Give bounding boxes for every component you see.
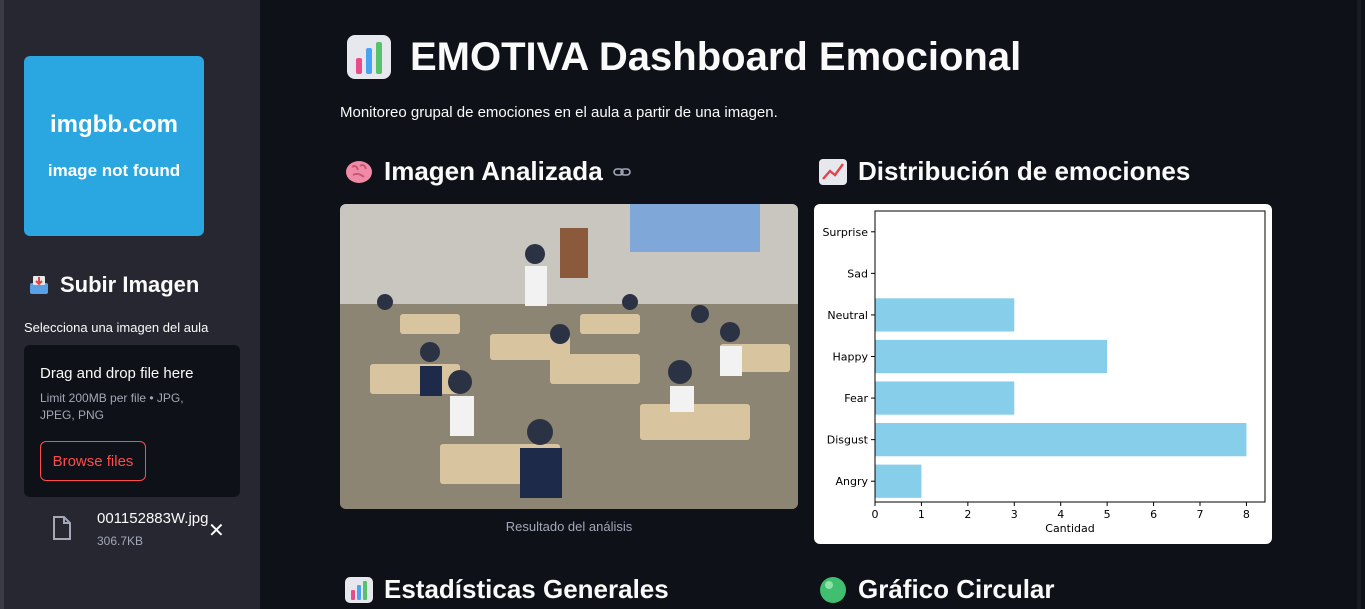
dropzone-title: Drag and drop file here [40,365,194,382]
x-tick-label: 4 [1057,508,1064,521]
logo-line2: image not found [47,161,181,180]
y-tick-label: Neutral [827,309,868,322]
upload-section-title: Subir Imagen [28,272,199,298]
sidebar: imgbb.com image not found Subir Imagen S… [0,0,260,609]
inbox-tray-icon [30,276,48,294]
x-tick-label: 3 [1011,508,1018,521]
bar-angry [875,464,922,498]
pie-section-title-text: Gráfico Circular [858,574,1055,604]
y-tick-label: Sad [847,267,868,280]
emotion-distribution-chart: Angry Disgust Fear Happy Neutral Sad Surprise 0… [814,204,1272,544]
browse-files-button[interactable]: Browse files [40,441,146,481]
file-size: 306.7KB [97,534,144,548]
file-icon [53,516,71,540]
analyzed-classroom-image [340,204,798,509]
logo-image-placeholder: imgbb.com image not found [24,56,204,236]
green-circle-icon [820,576,846,603]
bar-chart-icon [345,576,373,603]
bar-chart-icon [347,35,391,79]
upload-title-text: Subir Imagen [60,272,200,297]
logo-line1: imgbb.com [49,111,178,138]
image-section-title-text: Imagen Analizada [384,156,603,186]
stats-section-title-text: Estadísticas Generales [384,574,669,604]
x-tick-label: 0 [872,508,879,521]
dropzone-limit: Limit 200MB per file • JPG, JPEG, PNG [40,391,184,422]
y-tick-label: Disgust [827,434,869,447]
image-caption: Resultado del análisis [505,519,633,534]
x-tick-label: 7 [1197,508,1204,521]
page-title-text: EMOTIVA Dashboard Emocional [410,34,1022,79]
chart-section-title: Distribución de emociones [818,156,1190,187]
x-axis-label: Cantidad [1045,522,1094,535]
chart-increasing-icon [819,158,847,185]
bar-neutral [875,298,1015,332]
file-name: 001152883W.jpg [97,510,209,527]
y-tick-label: Angry [835,475,868,488]
x-tick-label: 8 [1243,508,1250,521]
link-icon[interactable] [612,166,631,178]
x-tick-label: 5 [1104,508,1111,521]
image-section-title: Imagen Analizada [344,156,631,187]
chart-svg: Angry Disgust Fear Happy Neutral Sad Surprise 0… [822,210,1266,535]
bar-happy [875,339,1108,374]
upload-label: Selecciona una imagen del aula [24,320,209,335]
y-tick-label: Happy [833,351,869,364]
x-tick-label: 2 [964,508,971,521]
remove-file-close-icon[interactable]: ✕ [208,518,225,543]
brain-icon [346,160,372,183]
y-tick-label: Surprise [822,226,868,239]
pie-section-title: Gráfico Circular [818,574,1055,605]
uploaded-file: 001152883W.jpg 306.7KB ✕ [48,510,238,554]
bar-disgust [875,423,1247,457]
file-dropzone[interactable]: Drag and drop file here Limit 200MB per … [24,345,240,497]
page-title: EMOTIVA Dashboard Emocional [346,34,1021,80]
x-tick-label: 1 [918,508,925,521]
page-scrollbar[interactable] [1357,0,1361,609]
stats-section-title: Estadísticas Generales [344,574,669,605]
page-subtitle: Monitoreo grupal de emociones en el aula… [340,104,778,121]
y-tick-label: Fear [844,392,868,405]
x-tick-label: 6 [1150,508,1157,521]
bar-fear [875,381,1015,415]
chart-section-title-text: Distribución de emociones [858,156,1191,186]
